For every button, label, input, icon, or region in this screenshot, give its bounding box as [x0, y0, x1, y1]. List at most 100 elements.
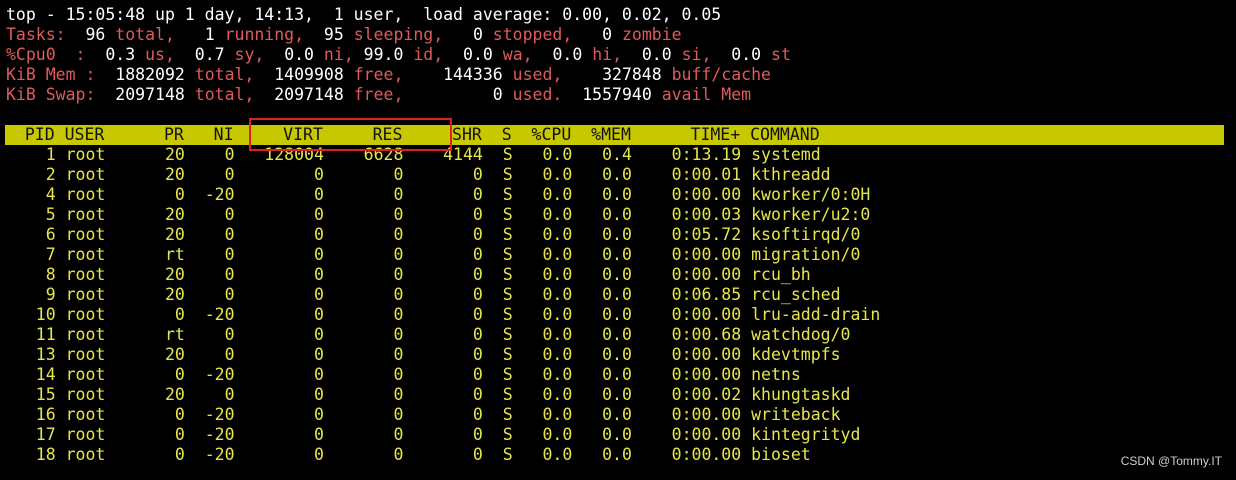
process-res: 0 — [323, 405, 404, 424]
process-virt: 0 — [234, 305, 324, 324]
tasks-segment: 0 — [472, 25, 483, 44]
process-mem: 0.0 — [572, 285, 632, 304]
process-cmd: kdevtmpfs — [741, 345, 841, 364]
process-ni: -20 — [184, 425, 235, 444]
process-virt: 0 — [234, 205, 324, 224]
mem-segment: total, — [184, 65, 275, 84]
process-pid: 15 — [6, 385, 56, 404]
process-mem: 0.0 — [572, 405, 632, 424]
process-pid: 9 — [6, 285, 56, 304]
cpu-segment: 0.0 — [552, 45, 583, 64]
tasks-segment: 95 — [323, 25, 344, 44]
process-cpu: 0.0 — [512, 445, 573, 464]
tasks-segment: zombie — [612, 25, 682, 44]
process-shr: 0 — [403, 285, 483, 304]
cpu-segment: st — [761, 45, 791, 64]
process-pr: 20 — [145, 285, 185, 304]
process-cmd: netns — [741, 365, 801, 384]
tasks-line: Tasks: 96 total, 1 running, 95 sleeping,… — [6, 25, 1234, 45]
process-res: 0 — [323, 285, 404, 304]
process-user: root — [55, 205, 146, 224]
process-row: 6 root 20 0 0 0 0 S 0.0 0.0 0:05.72 ksof… — [6, 225, 1234, 245]
process-shr: 0 — [403, 185, 483, 204]
process-shr: 0 — [403, 265, 483, 284]
process-res: 0 — [323, 165, 404, 184]
process-time: 0:00.03 — [631, 205, 742, 224]
swap-segment: free, — [343, 85, 434, 104]
process-s: S — [482, 265, 513, 284]
process-cmd: ksoftirqd/0 — [741, 225, 861, 244]
cpu-line: %Cpu0 : 0.3 us, 0.7 sy, 0.0 ni, 99.0 id,… — [6, 45, 1234, 65]
process-ni: -20 — [184, 305, 235, 324]
process-s: S — [482, 185, 513, 204]
process-res: 0 — [323, 345, 404, 364]
process-cmd: kworker/0:0H — [741, 185, 871, 204]
cpu-segment: si, — [671, 45, 732, 64]
process-pr: rt — [145, 325, 185, 344]
process-res: 0 — [323, 365, 404, 384]
mem-segment: 327848 — [592, 65, 662, 84]
process-mem: 0.0 — [572, 265, 632, 284]
process-cmd: rcu_sched — [741, 285, 841, 304]
process-pid: 5 — [6, 205, 56, 224]
process-res: 0 — [323, 185, 404, 204]
process-shr: 4144 — [403, 145, 483, 164]
process-ni: 0 — [184, 345, 235, 364]
process-res: 0 — [323, 385, 404, 404]
process-user: root — [55, 345, 146, 364]
mem-segment: used, — [502, 65, 593, 84]
process-user: root — [55, 365, 146, 384]
process-pr: 20 — [145, 385, 185, 404]
process-s: S — [482, 245, 513, 264]
column-header-cell: %CPU — [511, 125, 572, 144]
process-s: S — [482, 145, 513, 164]
process-pr: 20 — [145, 225, 185, 244]
process-cpu: 0.0 — [512, 285, 573, 304]
process-mem: 0.0 — [572, 225, 632, 244]
process-ni: 0 — [184, 165, 235, 184]
process-cmd: migration/0 — [741, 245, 861, 264]
process-virt: 0 — [234, 385, 324, 404]
process-cmd: watchdog/0 — [741, 325, 851, 344]
cpu-segment: 99.0 — [363, 45, 404, 64]
process-mem: 0.4 — [572, 145, 632, 164]
process-mem: 0.0 — [572, 165, 632, 184]
process-mem: 0.0 — [572, 385, 632, 404]
column-header-cell: VIRT — [233, 125, 323, 144]
process-shr: 0 — [403, 345, 483, 364]
process-s: S — [482, 205, 513, 224]
process-time: 0:00.02 — [631, 385, 742, 404]
process-s: S — [482, 285, 513, 304]
process-ni: 0 — [184, 145, 235, 164]
process-time: 0:00.00 — [631, 265, 742, 284]
process-ni: 0 — [184, 265, 235, 284]
process-time: 0:06.85 — [631, 285, 742, 304]
process-time: 0:00.01 — [631, 165, 742, 184]
mem-segment: free, — [343, 65, 434, 84]
cpu-segment: 0.0 — [284, 45, 314, 64]
process-row: 7 root rt 0 0 0 0 S 0.0 0.0 0:00.00 migr… — [6, 245, 1234, 265]
process-row: 1 root 20 0 128004 6628 4144 S 0.0 0.4 0… — [6, 145, 1234, 165]
column-header-cell: COMMAND — [740, 125, 820, 144]
column-header-cell: RES — [322, 125, 403, 144]
process-shr: 0 — [403, 445, 483, 464]
process-time: 0:00.00 — [631, 345, 742, 364]
process-s: S — [482, 345, 513, 364]
column-header-cell: %MEM — [571, 125, 631, 144]
process-pid: 11 — [6, 325, 56, 344]
terminal[interactable]: top - 15:05:48 up 1 day, 14:13, 1 user, … — [5, 5, 1234, 465]
process-user: root — [55, 265, 146, 284]
process-cpu: 0.0 — [512, 165, 573, 184]
process-row: 14 root 0 -20 0 0 0 S 0.0 0.0 0:00.00 ne… — [6, 365, 1234, 385]
process-shr: 0 — [403, 365, 483, 384]
process-pid: 7 — [6, 245, 56, 264]
column-header-cell: USER — [54, 125, 145, 144]
process-list: 1 root 20 0 128004 6628 4144 S 0.0 0.4 0… — [6, 145, 1234, 465]
column-header-cell: NI — [183, 125, 234, 144]
tasks-segment: sleeping, — [343, 25, 473, 44]
swap-segment: used. — [502, 85, 583, 104]
uptime-line: top - 15:05:48 up 1 day, 14:13, 1 user, … — [6, 5, 722, 24]
process-row: 4 root 0 -20 0 0 0 S 0.0 0.0 0:00.00 kwo… — [6, 185, 1234, 205]
process-shr: 0 — [403, 425, 483, 444]
